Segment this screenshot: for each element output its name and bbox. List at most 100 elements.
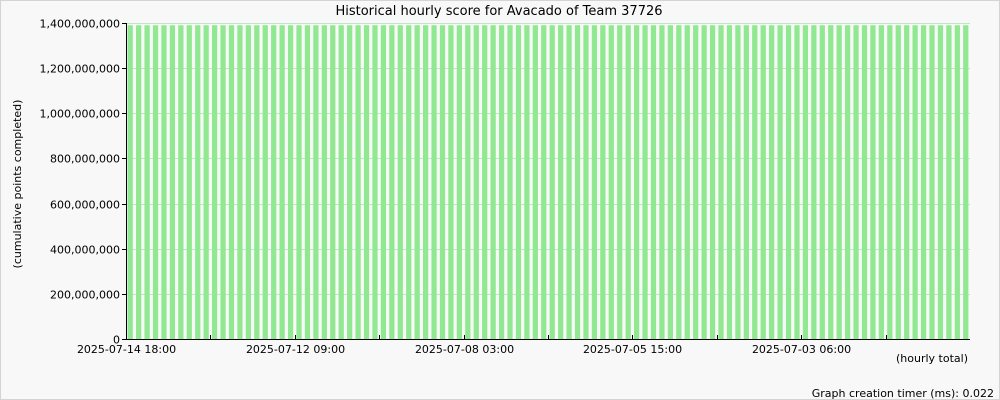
bar (870, 25, 876, 339)
bar (279, 25, 285, 339)
bar (642, 25, 648, 339)
bar (490, 25, 496, 339)
bar (760, 25, 766, 339)
bar (912, 25, 918, 339)
bar (262, 25, 268, 339)
bar (313, 25, 319, 339)
bar (245, 25, 251, 339)
y-tick-label: 400,000,000 (50, 244, 120, 257)
bar (828, 25, 834, 339)
y-tick-label: 1,400,000,000 (40, 18, 120, 31)
bar (676, 25, 682, 339)
bar (634, 25, 640, 339)
bar (853, 25, 859, 339)
bar (769, 25, 775, 339)
bars (127, 25, 969, 339)
graph-timer-text: Graph creation timer (ms): 0.022 (812, 387, 994, 400)
bar (195, 25, 201, 339)
y-tick-label: 200,000,000 (50, 289, 120, 302)
x-tick-label: 2025-07-14 18:00 (77, 343, 176, 356)
x-axis-label: (hourly total) (896, 352, 968, 365)
bar (296, 25, 302, 339)
bar (507, 25, 513, 339)
bar (541, 25, 547, 339)
bar (372, 25, 378, 339)
bar (777, 25, 783, 339)
bar (963, 25, 969, 339)
bar (397, 25, 403, 339)
bar (456, 25, 462, 339)
bar (608, 25, 614, 339)
bar (836, 25, 842, 339)
bar (591, 25, 598, 339)
x-tick-label: 2025-07-08 03:00 (415, 343, 514, 356)
bar (895, 25, 901, 339)
chart-title: Historical hourly score for Avacado of T… (335, 4, 662, 19)
y-tick-label: 1,000,000,000 (40, 108, 120, 121)
bar (752, 25, 758, 339)
bar (701, 25, 707, 339)
bar (845, 25, 851, 339)
bar (304, 25, 311, 339)
bar (625, 25, 631, 339)
bar (423, 25, 429, 339)
bar (524, 25, 530, 339)
bar (929, 25, 935, 339)
y-tick-label: 800,000,000 (50, 153, 120, 166)
bar (861, 25, 868, 339)
bar (558, 25, 564, 339)
bar (811, 25, 817, 339)
bar (693, 25, 699, 339)
bar (144, 25, 150, 339)
bar (152, 25, 159, 339)
bar (414, 25, 420, 339)
bar (583, 25, 589, 339)
bar (161, 25, 167, 339)
bar (878, 25, 884, 339)
bar (186, 25, 192, 339)
bar (709, 25, 716, 339)
bar-chart: Historical hourly score for Avacado of T… (11, 4, 994, 400)
gridlines (126, 23, 970, 295)
bar (330, 25, 336, 339)
bar (600, 25, 606, 339)
bar (338, 25, 344, 339)
bar (802, 25, 809, 339)
bar (887, 25, 893, 339)
bar (380, 25, 387, 339)
bar (954, 25, 960, 339)
bar (735, 25, 741, 339)
x-tick-label: 2025-07-05 15:00 (583, 343, 682, 356)
bar (819, 25, 825, 339)
bar (347, 25, 353, 339)
bar (532, 25, 538, 339)
bar (549, 25, 555, 339)
bar (448, 25, 454, 339)
bar (465, 25, 471, 339)
bar (321, 25, 327, 339)
bar (498, 25, 505, 339)
bar (237, 25, 243, 339)
bar (920, 25, 927, 339)
bar (220, 25, 226, 339)
x-tick-label: 2025-07-12 09:00 (246, 343, 345, 356)
y-tick-label: 1,200,000,000 (40, 63, 120, 76)
bar (659, 25, 665, 339)
bar (169, 25, 176, 339)
bar (203, 25, 209, 339)
bar (136, 25, 142, 339)
bar (650, 25, 657, 339)
bar (127, 25, 133, 339)
bar (574, 25, 581, 339)
bar (743, 25, 749, 339)
bar (431, 25, 437, 339)
bar (946, 25, 952, 339)
bar (389, 25, 395, 339)
bar (937, 25, 944, 339)
bar (667, 25, 673, 339)
bar (515, 25, 522, 339)
bar (287, 25, 294, 339)
bar (617, 25, 623, 339)
bar (785, 25, 792, 339)
y-axis-label: (cumulative points completed) (11, 100, 24, 269)
